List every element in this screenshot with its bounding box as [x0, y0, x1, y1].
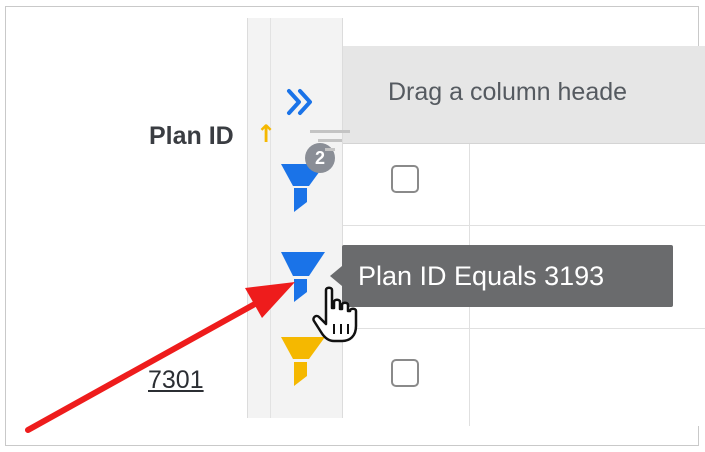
red-arrow-annotation-icon — [25, 282, 295, 433]
